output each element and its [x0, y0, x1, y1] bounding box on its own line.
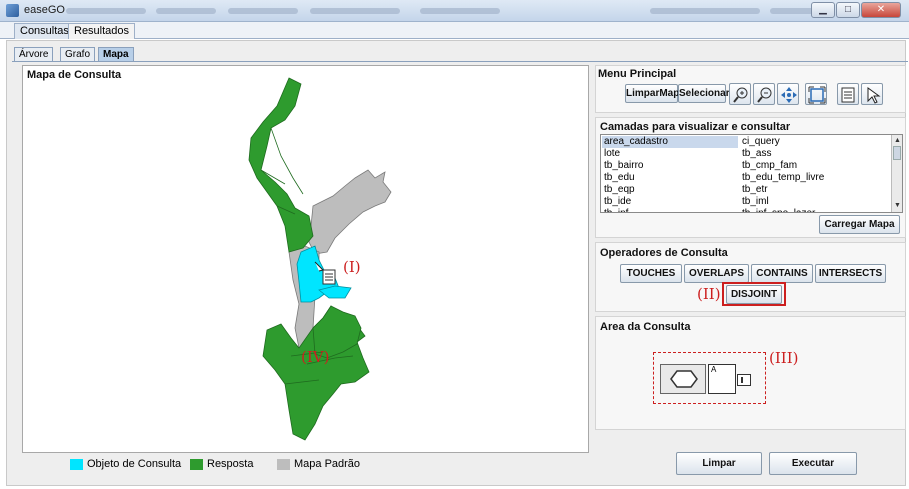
full-extent-button[interactable] [805, 83, 827, 105]
window-titlebar: easeGO ▁ □ ✕ [0, 0, 909, 22]
layer-item[interactable]: area_cadastro [602, 136, 738, 148]
close-icon[interactable]: ✕ [861, 2, 901, 18]
full-extent-icon [808, 86, 826, 104]
tab-mapa[interactable]: Mapa [98, 47, 134, 62]
layer-item[interactable]: tb_edu_temp_livre [742, 172, 824, 184]
scroll-thumb[interactable] [893, 146, 901, 160]
layer-list-scrollbar[interactable]: ▲ ▼ [891, 135, 902, 212]
operator-node[interactable] [660, 364, 706, 394]
operand-node[interactable]: A [708, 364, 736, 394]
legend-swatch-query [70, 459, 83, 470]
query-map[interactable] [23, 66, 590, 454]
area-consulta-title: Area da Consulta [600, 321, 691, 333]
layer-item[interactable]: tb_eqp [604, 184, 635, 196]
tab-arvore[interactable]: Árvore [14, 47, 54, 62]
scroll-up-icon[interactable]: ▲ [893, 136, 902, 145]
legend-swatch-answer [190, 459, 203, 470]
intersects-button[interactable]: INTERSECTS [815, 264, 886, 283]
layer-item[interactable]: tb_edu [604, 172, 635, 184]
zoom-in-button[interactable] [729, 83, 751, 105]
layer-list[interactable]: area_cadastro ci_query lote tb_ass tb_ba… [600, 134, 903, 213]
window-title: easeGO [24, 4, 65, 16]
minimize-icon[interactable]: ▁ [811, 2, 835, 18]
hexagon-icon [670, 370, 698, 388]
limpar-button[interactable]: Limpar [676, 452, 762, 475]
answer-marker: (IV) [301, 348, 330, 366]
query-object-marker: (I) [343, 258, 361, 276]
layer-item[interactable]: tb_ide [604, 196, 631, 208]
legend-label-default: Mapa Padrão [294, 458, 361, 470]
menu-principal-title: Menu Principal [598, 68, 677, 80]
layer-item[interactable]: tb_cmp_fam [742, 160, 797, 172]
operand-slot-icon[interactable] [737, 374, 751, 386]
layers-button[interactable] [837, 83, 859, 105]
scroll-down-icon[interactable]: ▼ [893, 201, 902, 210]
default-map-region [308, 169, 392, 255]
disjoint-marker: (II) [697, 285, 721, 303]
pan-icon [781, 87, 797, 103]
legend-label-answer: Resposta [207, 458, 254, 470]
layer-item[interactable]: tb_iml [742, 196, 769, 208]
map-legend: Objeto de Consulta Resposta Mapa Padrão [22, 456, 589, 474]
touches-button[interactable]: TOUCHES [620, 264, 682, 283]
tab-resultados[interactable]: Resultados [68, 23, 136, 39]
zoom-out-icon [757, 87, 772, 103]
camadas-title: Camadas para visualizar e consultar [600, 121, 791, 133]
layer-item[interactable]: tb_bairro [604, 160, 643, 172]
pointer-icon [867, 87, 881, 104]
operadores-title: Operadores de Consulta [600, 247, 728, 259]
contains-button[interactable]: CONTAINS [751, 264, 813, 283]
disjoint-button[interactable]: DISJOINT [726, 285, 782, 304]
zoom-out-button[interactable] [753, 83, 775, 105]
limpar-mapa-button[interactable]: LimparMapa [625, 84, 685, 103]
layer-item[interactable]: tb_inf [604, 208, 628, 212]
layer-item[interactable]: ci_query [740, 136, 780, 148]
maximize-icon[interactable]: □ [836, 2, 860, 18]
executar-button[interactable]: Executar [769, 452, 857, 475]
overlaps-button[interactable]: OVERLAPS [684, 264, 749, 283]
layer-item[interactable]: tb_etr [742, 184, 768, 196]
query-area-marker: (III) [769, 349, 799, 367]
app-icon [6, 4, 19, 17]
layer-item[interactable]: tb_ass [742, 148, 771, 160]
operand-label: A [711, 365, 717, 374]
selecionar-button[interactable]: Selecionar [678, 84, 730, 103]
pan-button[interactable] [777, 83, 799, 105]
zoom-in-icon [733, 87, 748, 103]
tab-consultas[interactable]: Consultas [14, 23, 75, 39]
legend-swatch-default [277, 459, 290, 470]
answer-region [248, 77, 314, 253]
layer-item[interactable]: tb_inf_spo_lazer [742, 208, 815, 212]
tab-grafo[interactable]: Grafo [60, 47, 96, 62]
layer-item[interactable]: lote [604, 148, 620, 160]
pointer-button[interactable] [861, 83, 883, 105]
window-controls: ▁ □ ✕ [811, 2, 901, 18]
carregar-mapa-button[interactable]: Carregar Mapa [819, 215, 900, 234]
map-panel[interactable]: Mapa de Consulta (I) (IV) [22, 65, 589, 453]
layers-icon [841, 87, 855, 103]
main-tabs: Consultas Resultados [0, 22, 909, 39]
legend-label-query: Objeto de Consulta [87, 458, 182, 470]
